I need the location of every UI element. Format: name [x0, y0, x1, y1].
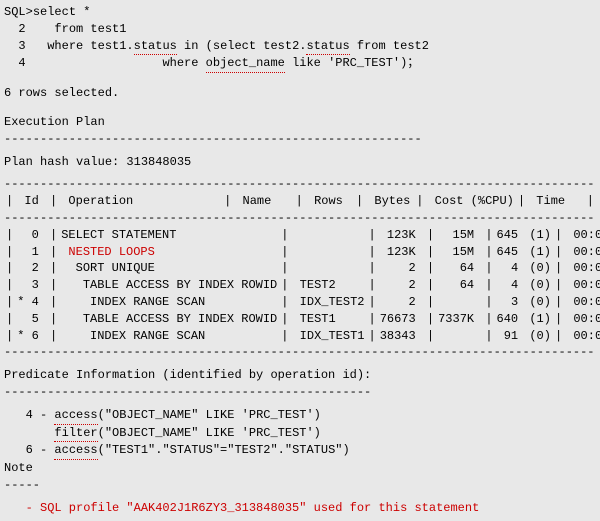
underline-word: status [134, 38, 177, 56]
execution-plan-table: | Id | Operation | Name | Rows | Bytes |… [4, 193, 596, 210]
plan-row: | 5 | TABLE ACCESS BY INDEX ROWID| TEST1… [4, 311, 600, 328]
sql-line-1: SQL>select * [4, 4, 596, 21]
predicate-heading: Predicate Information (identified by ope… [4, 367, 596, 384]
note-sql-profile: - SQL profile "AAK402J1R6ZY3_313848035" … [4, 500, 596, 517]
divider: ----- [4, 477, 596, 494]
sql-line-2: 2 from test1 [4, 21, 596, 38]
divider: ----------------------------------------… [4, 384, 596, 401]
plan-hash-value: Plan hash value: 313848035 [4, 154, 596, 171]
underline-word: filter [54, 425, 97, 443]
plan-row: | 1 | NESTED LOOPS| |123K |15M |645 (1)|… [4, 244, 600, 261]
sql-line-4: 4 where object_name like 'PRC_TEST')； [4, 55, 596, 73]
underline-word: access [54, 407, 97, 425]
rows-selected: 6 rows selected. [4, 85, 596, 102]
underline-word: object_name [206, 55, 285, 73]
predicate-line: 6 - access("TEST1"."STATUS"="TEST2"."STA… [4, 442, 596, 460]
plan-divider: ----------------------------------------… [4, 344, 596, 361]
plan-row: |* 6 | INDEX RANGE SCAN| IDX_TEST1|38343… [4, 328, 600, 345]
sql-line-3: 3 where test1.status in (select test2.st… [4, 38, 596, 56]
divider: ----------------------------------------… [4, 131, 596, 148]
underline-word: status [306, 38, 349, 56]
execution-plan-table-body: | 0 |SELECT STATEMENT| |123K |15M |645 (… [4, 227, 600, 345]
plan-row: | 0 |SELECT STATEMENT| |123K |15M |645 (… [4, 227, 600, 244]
plan-row: | 2 | SORT UNIQUE| |2 |64 |4 (0)| 00:00:… [4, 260, 600, 277]
plan-row: | 3 | TABLE ACCESS BY INDEX ROWID| TEST2… [4, 277, 600, 294]
plan-row: |* 4 | INDEX RANGE SCAN| IDX_TEST2|2 | |… [4, 294, 600, 311]
execution-plan-heading: Execution Plan [4, 114, 596, 131]
predicate-line: 4 - access("OBJECT_NAME" LIKE 'PRC_TEST'… [4, 407, 596, 425]
predicate-line: filter("OBJECT_NAME" LIKE 'PRC_TEST') [4, 425, 596, 443]
plan-divider: ----------------------------------------… [4, 176, 596, 193]
sql-block: SQL>select * 2 from test1 3 where test1.… [4, 4, 596, 73]
plan-header-row: | Id | Operation | Name | Rows | Bytes |… [4, 193, 596, 210]
underline-word: access [54, 442, 97, 460]
plan-divider: ----------------------------------------… [4, 210, 596, 227]
note-heading: Note [4, 460, 596, 477]
